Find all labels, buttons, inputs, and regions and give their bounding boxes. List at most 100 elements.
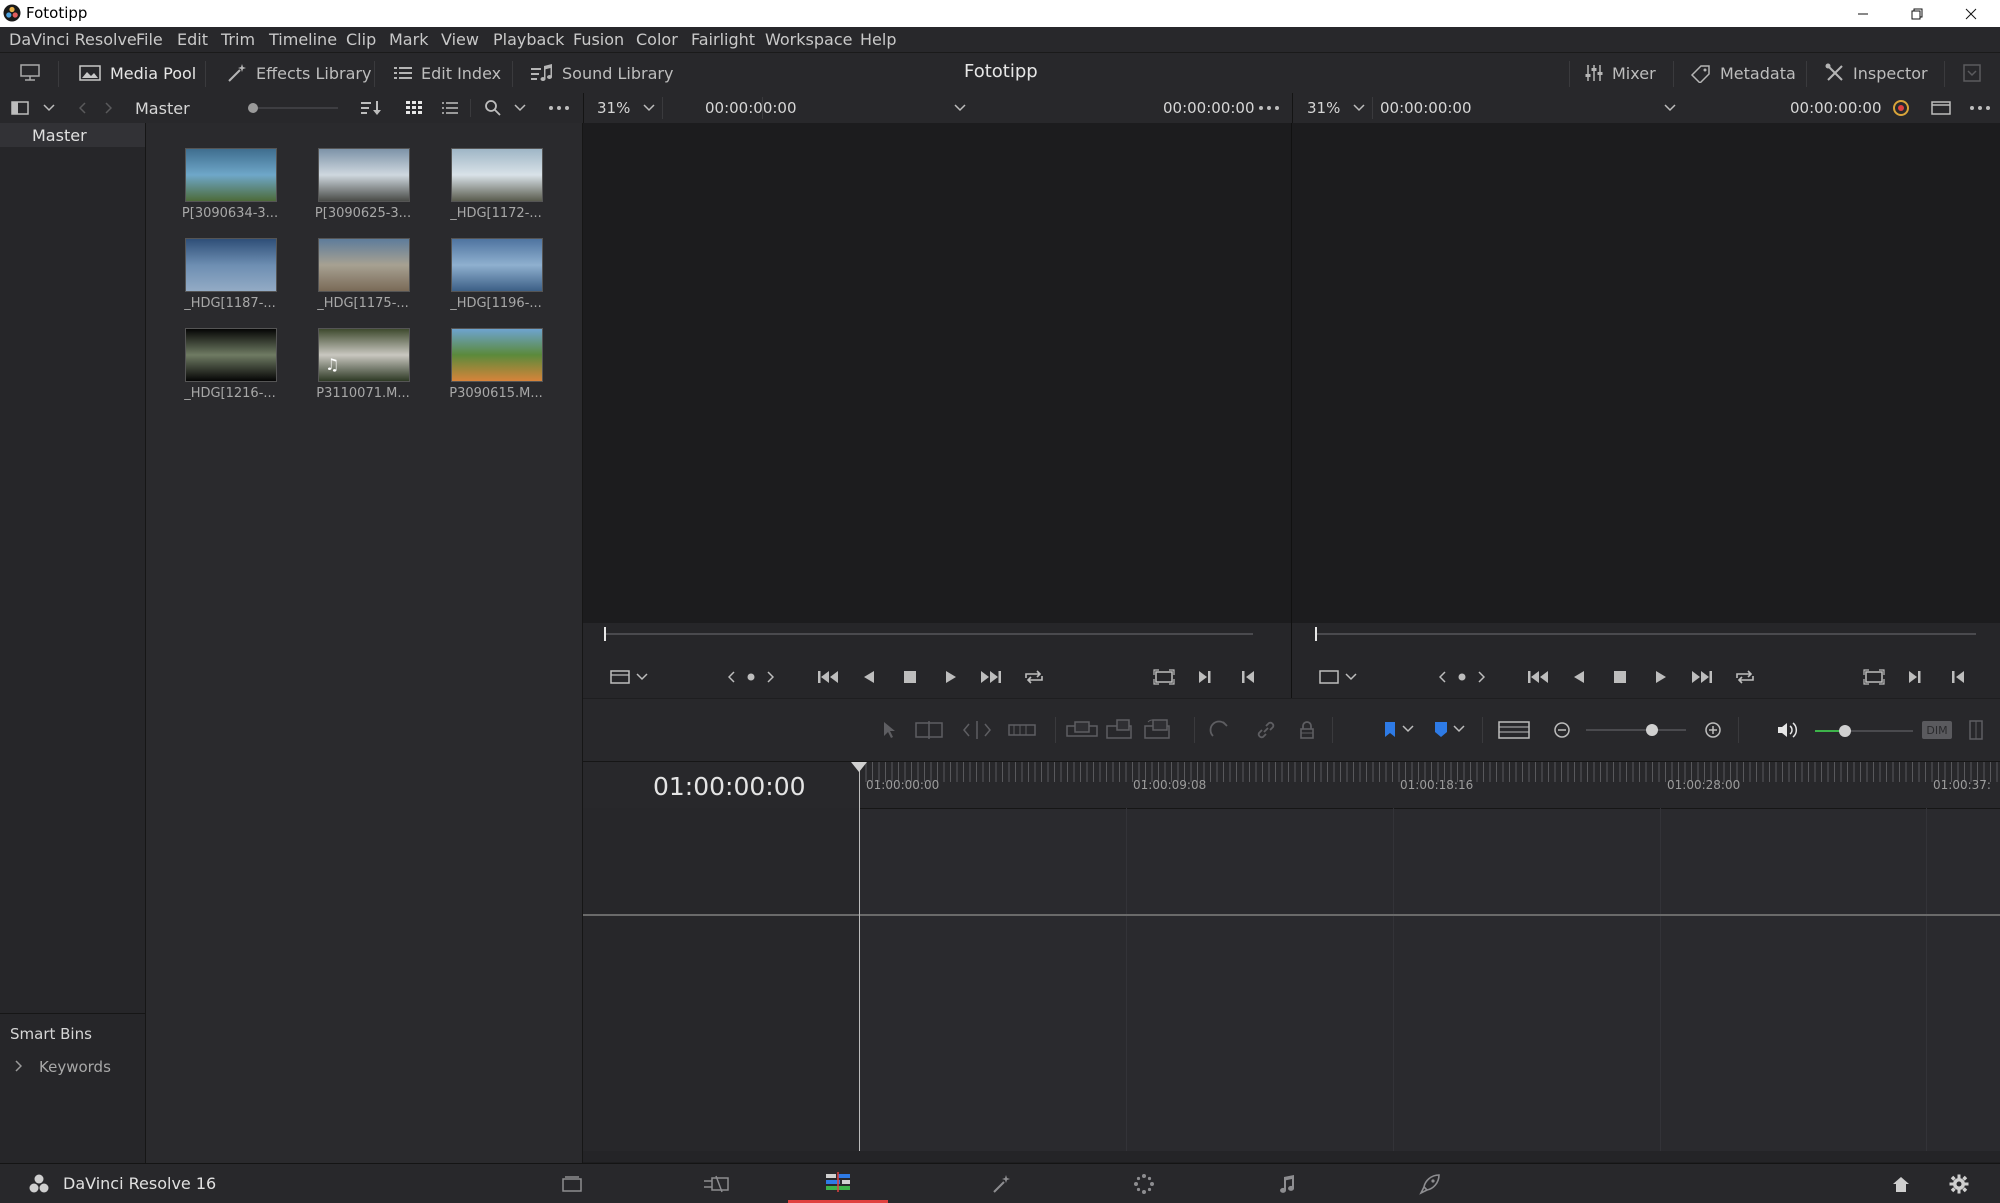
play-reverse-icon[interactable] xyxy=(859,667,879,687)
page-edit-button[interactable] xyxy=(788,1164,888,1203)
marker-icon[interactable] xyxy=(1432,719,1450,741)
skip-to-end-icon[interactable] xyxy=(979,667,1003,687)
thumbnail-size-slider[interactable] xyxy=(248,103,338,113)
page-fairlight-button[interactable] xyxy=(1237,1164,1337,1203)
chevron-down-icon[interactable] xyxy=(42,100,56,116)
timeline-viewer-more-icon[interactable] xyxy=(1967,99,1993,117)
menu-help[interactable]: Help xyxy=(860,30,896,49)
source-zoom-chevron-icon[interactable] xyxy=(642,100,656,116)
play-reverse-icon[interactable] xyxy=(1569,667,1589,687)
mark-in-icon[interactable] xyxy=(1905,667,1925,687)
match-frame-icon[interactable] xyxy=(1152,667,1176,687)
menu-view[interactable]: View xyxy=(441,30,479,49)
safe-area-icon[interactable] xyxy=(1318,668,1340,686)
blade-tool-icon[interactable] xyxy=(1007,719,1037,741)
page-deliver-button[interactable] xyxy=(1380,1164,1480,1203)
menu-trim[interactable]: Trim xyxy=(221,30,255,49)
zoom-in-icon[interactable] xyxy=(1703,720,1723,740)
flag-options-chevron-icon[interactable] xyxy=(1401,722,1415,736)
timeline-select-chevron-icon[interactable] xyxy=(1663,100,1677,116)
bin-item-master[interactable]: Master xyxy=(0,123,145,147)
link-icon[interactable] xyxy=(1254,719,1278,741)
timeline-zoom-slider[interactable] xyxy=(1586,724,1686,736)
mixer-button[interactable]: Mixer xyxy=(1584,61,1656,85)
menu-edit[interactable]: Edit xyxy=(177,30,208,49)
timeline-view-options-icon[interactable] xyxy=(1497,719,1531,741)
inspector-button[interactable]: Inspector xyxy=(1825,61,1928,85)
timeline-scrollbar[interactable] xyxy=(583,1151,2000,1162)
zoom-out-icon[interactable] xyxy=(1552,720,1572,740)
chevron-down-icon[interactable] xyxy=(1344,670,1358,684)
menu-mark[interactable]: Mark xyxy=(389,30,428,49)
metadata-button[interactable]: Metadata xyxy=(1690,61,1796,85)
mark-in-icon[interactable] xyxy=(1195,667,1215,687)
volume-slider[interactable] xyxy=(1815,725,1913,737)
snapping-icon[interactable] xyxy=(1207,719,1231,741)
settings-gear-icon[interactable] xyxy=(1948,1173,1970,1195)
marker-options-chevron-icon[interactable] xyxy=(1452,722,1466,736)
menu-playback[interactable]: Playback xyxy=(493,30,564,49)
menu-fairlight[interactable]: Fairlight xyxy=(691,30,755,49)
chevron-right-icon[interactable] xyxy=(12,1059,24,1073)
match-frame-icon[interactable] xyxy=(1862,667,1886,687)
color-overlay-icon[interactable] xyxy=(1890,98,1912,118)
speaker-icon[interactable] xyxy=(1776,720,1800,740)
source-zoom-value[interactable]: 31% xyxy=(597,99,630,117)
media-pool-button[interactable]: Media Pool xyxy=(78,61,196,85)
smart-bin-keywords[interactable]: Keywords xyxy=(39,1058,111,1076)
home-icon[interactable] xyxy=(1890,1173,1912,1195)
workspace-layout-icon[interactable] xyxy=(18,61,42,85)
back-arrow-icon[interactable] xyxy=(76,100,90,116)
sound-library-button[interactable]: Sound Library xyxy=(530,61,673,85)
source-scrubber[interactable] xyxy=(604,627,1253,641)
page-fusion-button[interactable] xyxy=(952,1164,1052,1203)
search-icon[interactable] xyxy=(483,99,503,117)
skip-to-start-icon[interactable] xyxy=(816,667,840,687)
audio-meter-icon[interactable] xyxy=(1968,719,1984,741)
dynamic-trim-icon[interactable] xyxy=(960,719,994,741)
selection-tool-icon[interactable] xyxy=(879,719,899,741)
timeline-zoom-value[interactable]: 31% xyxy=(1307,99,1340,117)
page-media-button[interactable] xyxy=(522,1164,622,1203)
page-color-button[interactable] xyxy=(1094,1164,1194,1203)
minimize-icon[interactable] xyxy=(1840,0,1886,27)
timeline-scrubber[interactable] xyxy=(1315,627,1976,641)
play-icon[interactable] xyxy=(1651,667,1671,687)
stop-icon[interactable] xyxy=(900,667,920,687)
stop-icon[interactable] xyxy=(1610,667,1630,687)
forward-arrow-icon[interactable] xyxy=(101,100,115,116)
effects-library-button[interactable]: Effects Library xyxy=(226,61,371,85)
dim-button[interactable]: DIM xyxy=(1922,721,1952,739)
menu-workspace[interactable]: Workspace xyxy=(765,30,852,49)
trim-tool-icon[interactable] xyxy=(912,719,946,741)
more-options-icon[interactable] xyxy=(546,99,572,117)
clip-view-icon[interactable] xyxy=(609,668,631,686)
lock-icon[interactable] xyxy=(1296,719,1318,741)
overwrite-clip-icon[interactable] xyxy=(1103,717,1137,741)
edit-index-button[interactable]: Edit Index xyxy=(393,61,501,85)
restore-icon[interactable] xyxy=(1894,0,1940,27)
mark-out-icon[interactable] xyxy=(1238,667,1258,687)
flag-icon[interactable] xyxy=(1381,719,1399,741)
source-more-options-icon[interactable] xyxy=(1256,99,1282,117)
panel-toggle-icon[interactable] xyxy=(1960,61,1984,85)
jog-control-icon[interactable] xyxy=(726,668,776,686)
close-icon[interactable] xyxy=(1948,0,1994,27)
search-options-chevron-icon[interactable] xyxy=(513,100,527,116)
source-clip-chevron-icon[interactable] xyxy=(953,100,967,116)
playhead[interactable] xyxy=(851,762,867,1162)
sidebar-toggle-icon[interactable] xyxy=(10,100,30,116)
mark-out-icon[interactable] xyxy=(1948,667,1968,687)
menu-color[interactable]: Color xyxy=(636,30,678,49)
timeline-viewer[interactable] xyxy=(1292,123,2000,698)
loop-icon[interactable] xyxy=(1022,667,1046,687)
menu-file[interactable]: File xyxy=(136,30,163,49)
play-icon[interactable] xyxy=(941,667,961,687)
chevron-down-icon[interactable] xyxy=(635,670,649,684)
grid-view-icon[interactable] xyxy=(404,99,424,117)
list-view-icon[interactable] xyxy=(440,99,460,117)
menu-clip[interactable]: Clip xyxy=(346,30,376,49)
insert-clip-icon[interactable] xyxy=(1065,719,1099,741)
viewer-mode-icon[interactable] xyxy=(1930,99,1952,117)
jog-control-icon[interactable] xyxy=(1437,668,1487,686)
